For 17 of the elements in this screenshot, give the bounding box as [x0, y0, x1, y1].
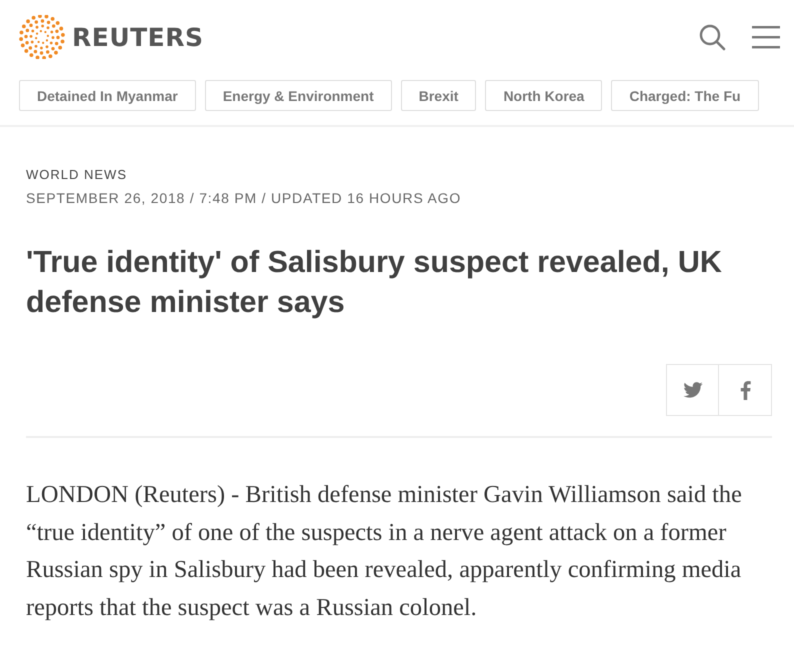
dateline: SEPTEMBER 26, 2018 / 7:48 PM / UPDATED 16 HOURS AGO	[26, 190, 462, 206]
twitter-share-button[interactable]	[666, 364, 719, 416]
brand-name[interactable]: REUTERS	[72, 22, 204, 52]
topic-tag[interactable]: North Korea	[485, 80, 602, 111]
section-label[interactable]: WORLD NEWS	[26, 167, 772, 182]
facebook-share-button[interactable]	[719, 364, 772, 416]
topic-tag[interactable]: Brexit	[400, 80, 476, 111]
logo-icon[interactable]	[18, 15, 66, 59]
menu-icon[interactable]	[752, 25, 780, 49]
topic-tag[interactable]: Energy & Environment	[204, 80, 392, 111]
article-paragraph: LONDON (Reuters) - British defense minister Gavin Williamson said the “true identity” of one of the suspects in a nerve agent attack on a former Russian spy in Salisbury had been revealed, apparently confirming media reports that the suspect was a Russian colonel.	[26, 480, 743, 622]
search-icon[interactable]	[698, 23, 726, 51]
twitter-bird-icon	[682, 382, 702, 398]
facebook-icon	[740, 380, 750, 400]
topic-tag[interactable]: Charged: The Fu	[611, 80, 759, 111]
headline: 'True identity' of Salisbury suspect revealed, UK defense minister says	[26, 244, 723, 321]
topic-tag[interactable]: Detained In Myanmar	[19, 80, 196, 111]
